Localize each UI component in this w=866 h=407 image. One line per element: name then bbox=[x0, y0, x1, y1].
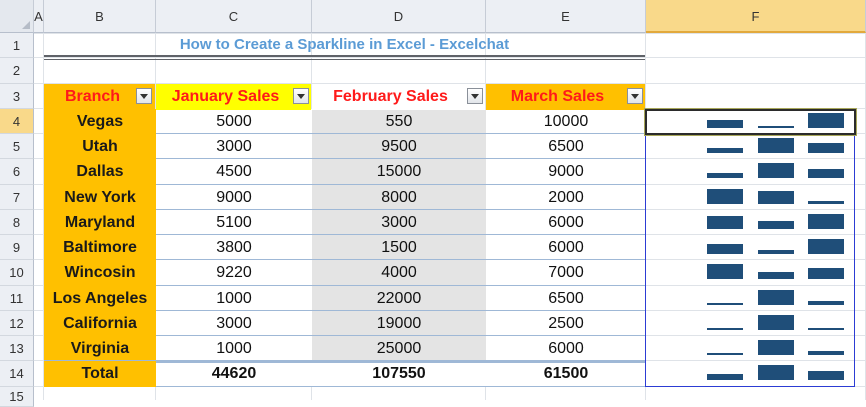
march-cell[interactable]: 6500 bbox=[486, 286, 646, 311]
branch-cell[interactable]: Virginia bbox=[44, 336, 156, 361]
total-february-cell[interactable]: 107550 bbox=[312, 361, 486, 387]
select-all-corner[interactable] bbox=[0, 0, 34, 33]
column-header-f[interactable]: F bbox=[646, 0, 866, 33]
march-filter-dropdown-icon[interactable] bbox=[627, 88, 643, 104]
row-header-5[interactable]: 5 bbox=[0, 134, 34, 159]
branch-cell[interactable]: Los Angeles bbox=[44, 286, 156, 311]
branch-cell[interactable]: Vegas bbox=[44, 109, 156, 134]
branch-cell[interactable]: Dallas bbox=[44, 159, 156, 185]
column-header-b[interactable]: B bbox=[44, 0, 156, 33]
branch-cell[interactable]: New York bbox=[44, 185, 156, 210]
february-cell[interactable]: 550 bbox=[312, 109, 486, 134]
january-cell[interactable]: 9220 bbox=[156, 260, 312, 286]
branch-cell[interactable]: Wincosin bbox=[44, 260, 156, 286]
february-cell[interactable]: 8000 bbox=[312, 185, 486, 210]
header-march-sales[interactable]: March Sales bbox=[486, 84, 645, 110]
column-header-a[interactable]: A bbox=[34, 0, 44, 33]
january-cell[interactable]: 1000 bbox=[156, 336, 312, 361]
header-branch[interactable]: Branch bbox=[44, 84, 155, 110]
title-underline-secondary bbox=[44, 59, 645, 60]
march-cell[interactable]: 2000 bbox=[486, 185, 646, 210]
february-cell[interactable]: 22000 bbox=[312, 286, 486, 311]
row-header-11[interactable]: 11 bbox=[0, 286, 34, 311]
february-cell[interactable]: 3000 bbox=[312, 210, 486, 235]
gridline bbox=[34, 57, 866, 58]
header-february-sales[interactable]: February Sales bbox=[312, 84, 485, 110]
row-header-8[interactable]: 8 bbox=[0, 210, 34, 235]
table-row-separator bbox=[156, 386, 646, 387]
column-header-c[interactable]: C bbox=[156, 0, 312, 33]
title-underline bbox=[44, 55, 645, 57]
march-cell[interactable]: 2500 bbox=[486, 311, 646, 336]
header-february-label: February Sales bbox=[333, 88, 448, 105]
branch-filter-dropdown-icon[interactable] bbox=[136, 88, 152, 104]
branch-cell[interactable]: Maryland bbox=[44, 210, 156, 235]
header-branch-label: Branch bbox=[64, 88, 121, 105]
spreadsheet-grid: ABCDEF 1 2 3 4 5 6 7 8 9 10 11 12 13 14 15 How to Crea… bbox=[0, 0, 866, 407]
january-cell[interactable]: 3000 bbox=[156, 134, 312, 159]
january-cell[interactable]: 5100 bbox=[156, 210, 312, 235]
row-header-9[interactable]: 9 bbox=[0, 235, 34, 260]
total-branch-cell[interactable]: Total bbox=[44, 361, 156, 387]
march-cell[interactable]: 6000 bbox=[486, 210, 646, 235]
total-march-cell[interactable]: 61500 bbox=[486, 361, 646, 387]
row-header-10[interactable]: 10 bbox=[0, 260, 34, 286]
row-header-7[interactable]: 7 bbox=[0, 185, 34, 210]
row-header-4[interactable]: 4 bbox=[0, 109, 34, 134]
header-january-label: January Sales bbox=[171, 88, 280, 105]
february-cell[interactable]: 9500 bbox=[312, 134, 486, 159]
total-january-cell[interactable]: 44620 bbox=[156, 361, 312, 387]
january-filter-dropdown-icon[interactable] bbox=[293, 88, 309, 104]
row-header-2[interactable]: 2 bbox=[0, 58, 34, 84]
january-cell[interactable]: 9000 bbox=[156, 185, 312, 210]
branch-cell[interactable]: Baltimore bbox=[44, 235, 156, 260]
february-cell[interactable]: 25000 bbox=[312, 336, 486, 361]
january-cell[interactable]: 3800 bbox=[156, 235, 312, 260]
row-header-15[interactable]: 15 bbox=[0, 387, 34, 407]
february-cell[interactable]: 15000 bbox=[312, 159, 486, 185]
march-cell[interactable]: 6000 bbox=[486, 336, 646, 361]
march-cell[interactable]: 9000 bbox=[486, 159, 646, 185]
sparkline-range-outline bbox=[645, 134, 855, 387]
row-header-12[interactable]: 12 bbox=[0, 311, 34, 336]
row-header-13[interactable]: 13 bbox=[0, 336, 34, 361]
header-january-sales[interactable]: January Sales bbox=[156, 84, 311, 110]
branch-cell[interactable]: California bbox=[44, 311, 156, 336]
january-cell[interactable]: 3000 bbox=[156, 311, 312, 336]
february-cell[interactable]: 19000 bbox=[312, 311, 486, 336]
march-cell[interactable]: 6000 bbox=[486, 235, 646, 260]
january-cell[interactable]: 5000 bbox=[156, 109, 312, 134]
row-header-1[interactable]: 1 bbox=[0, 33, 34, 58]
active-cell-f4[interactable] bbox=[644, 108, 857, 136]
march-cell[interactable]: 10000 bbox=[486, 109, 646, 134]
sheet-title: How to Create a Sparkline in Excel - Exc… bbox=[179, 36, 510, 53]
header-march-label: March Sales bbox=[510, 88, 605, 105]
march-cell[interactable]: 7000 bbox=[486, 260, 646, 286]
january-cell[interactable]: 1000 bbox=[156, 286, 312, 311]
branch-cell[interactable]: Utah bbox=[44, 134, 156, 159]
february-cell[interactable]: 1500 bbox=[312, 235, 486, 260]
column-header-e[interactable]: E bbox=[486, 0, 646, 33]
february-filter-dropdown-icon[interactable] bbox=[467, 88, 483, 104]
row-header-3[interactable]: 3 bbox=[0, 84, 34, 109]
column-header-d[interactable]: D bbox=[312, 0, 486, 33]
february-cell[interactable]: 4000 bbox=[312, 260, 486, 286]
january-cell[interactable]: 4500 bbox=[156, 159, 312, 185]
march-cell[interactable]: 6500 bbox=[486, 134, 646, 159]
row-header-14[interactable]: 14 bbox=[0, 361, 34, 387]
row-header-6[interactable]: 6 bbox=[0, 159, 34, 185]
